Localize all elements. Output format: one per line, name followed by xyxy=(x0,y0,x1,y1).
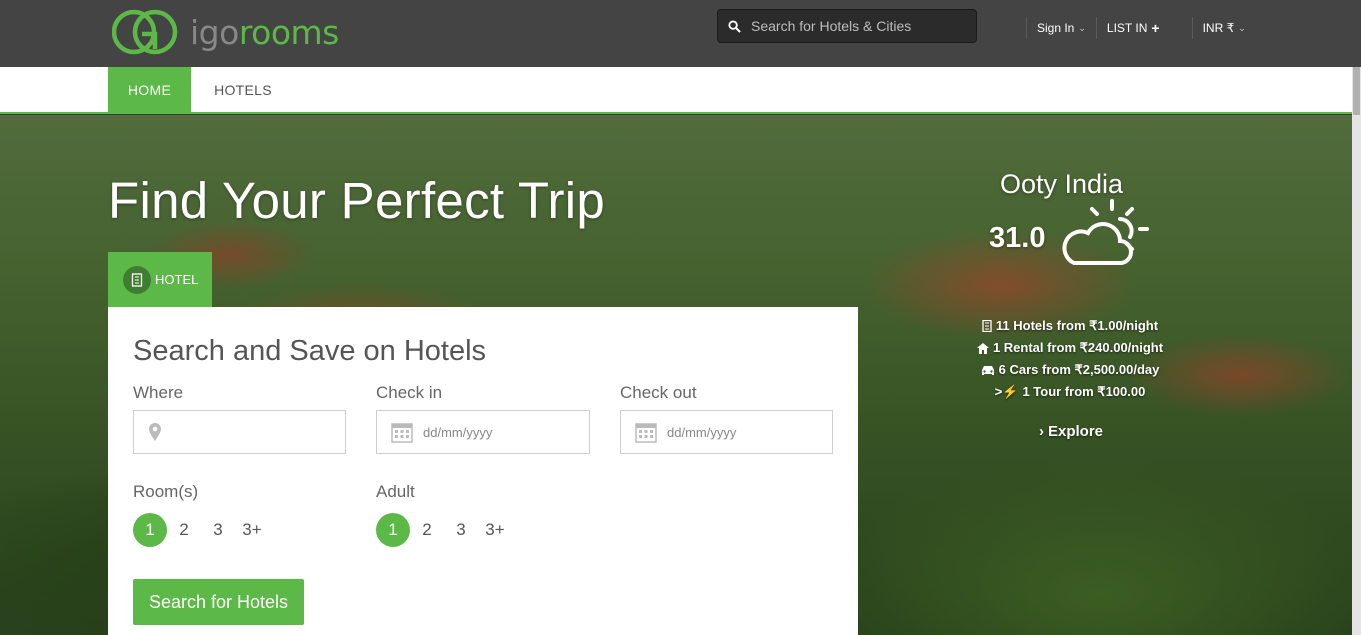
home-icon xyxy=(976,342,989,354)
destination-stats: 11 Hotels from ₹1.00/night 1 Rental from… xyxy=(970,315,1170,403)
currency-menu[interactable]: INR ₹ ⌄ xyxy=(1193,21,1256,35)
rooms-option-1[interactable]: 1 xyxy=(133,513,167,547)
adult-picker: 1 2 3 3+ xyxy=(376,513,512,547)
checkin-label: Check in xyxy=(376,383,443,402)
sign-in-menu[interactable]: Sign In ⌄ xyxy=(1027,21,1096,35)
rooms-option-3[interactable]: 3 xyxy=(201,513,235,547)
chevron-down-icon: ⌄ xyxy=(1078,22,1086,33)
building-icon xyxy=(123,265,151,294)
calendar-icon xyxy=(635,423,657,443)
stat-hotels-text: 11 Hotels from ₹1.00/night xyxy=(995,318,1159,333)
stat-rentals[interactable]: 1 Rental from ₹240.00/night xyxy=(970,337,1170,359)
checkout-input[interactable] xyxy=(667,424,817,440)
tab-hotel[interactable]: HOTEL xyxy=(108,252,212,307)
stat-tours-text: 1 Tour from ₹100.00 xyxy=(1022,384,1146,399)
main-nav: HOME HOTELS xyxy=(0,67,1352,114)
list-in-label: LIST IN xyxy=(1106,21,1148,35)
search-icon xyxy=(728,19,741,33)
site-search-input[interactable] xyxy=(751,18,971,34)
checkin-input[interactable] xyxy=(423,424,573,440)
logo-mark-icon xyxy=(112,9,178,55)
logo-text: igorooms xyxy=(190,12,339,52)
tab-hotel-label: HOTEL xyxy=(155,272,199,287)
adult-label: Adult xyxy=(376,482,415,501)
bolt-icon: >⚡ xyxy=(994,384,1019,399)
checkout-field[interactable] xyxy=(620,410,833,454)
stat-cars-text: 6 Cars from ₹2,500.00/day xyxy=(998,362,1160,377)
where-field[interactable] xyxy=(133,410,346,454)
where-label: Where xyxy=(133,383,184,402)
checkout-label: Check out xyxy=(620,383,697,402)
top-bar: igorooms Sign In⌄ LIST IN+ INR ₹⌄ xyxy=(0,0,1361,67)
chevron-right-icon: › xyxy=(1039,423,1044,440)
hero-title: Find Your Perfect Trip xyxy=(108,172,606,229)
form-title: Search and Save on Hotels xyxy=(133,335,487,367)
rooms-option-3-plus[interactable]: 3+ xyxy=(235,513,269,547)
rooms-option-2[interactable]: 2 xyxy=(167,513,201,547)
nav-tab-hotels[interactable]: HOTELS xyxy=(196,67,290,113)
currency-label: INR ₹ xyxy=(1202,21,1235,35)
map-pin-icon xyxy=(149,423,161,441)
account-nav: Sign In ⌄ LIST IN + INR ₹ ⌄ xyxy=(1026,17,1256,39)
scrollbar[interactable] xyxy=(1352,67,1361,635)
stat-hotels[interactable]: 11 Hotels from ₹1.00/night xyxy=(970,315,1170,337)
calendar-icon xyxy=(391,423,413,443)
adult-option-3[interactable]: 3 xyxy=(444,513,478,547)
sign-in-label: Sign In xyxy=(1037,21,1075,35)
stat-cars[interactable]: 6 Cars from ₹2,500.00/day xyxy=(970,359,1170,381)
list-in-link[interactable]: LIST IN + xyxy=(1097,20,1170,36)
car-icon xyxy=(981,365,994,375)
building-icon xyxy=(982,320,992,332)
rooms-picker: 1 2 3 3+ xyxy=(133,513,269,547)
hotel-search-form: Search and Save on Hotels Where Check in… xyxy=(108,307,858,635)
adult-option-1[interactable]: 1 xyxy=(376,513,410,547)
search-hotels-button[interactable]: Search for Hotels xyxy=(133,579,304,625)
stat-rentals-text: 1 Rental from ₹240.00/night xyxy=(992,340,1164,355)
site-search[interactable] xyxy=(717,9,977,43)
adult-option-2[interactable]: 2 xyxy=(410,513,444,547)
where-input[interactable] xyxy=(172,424,322,440)
weather-city: Ooty India xyxy=(1000,169,1124,199)
plus-icon: + xyxy=(1151,20,1160,36)
nav-tab-home[interactable]: HOME xyxy=(108,67,191,113)
weather-temperature: 31.0 xyxy=(989,222,1046,254)
explore-link[interactable]: › Explore xyxy=(1039,423,1103,440)
chevron-down-icon: ⌄ xyxy=(1238,22,1246,33)
checkin-field[interactable] xyxy=(376,410,590,454)
hero-banner: Find Your Perfect Trip HOTEL Search and … xyxy=(0,115,1352,635)
stat-tours[interactable]: >⚡ 1 Tour from ₹100.00 xyxy=(970,381,1170,403)
adult-option-3-plus[interactable]: 3+ xyxy=(478,513,512,547)
scrollbar-thumb[interactable] xyxy=(1353,67,1360,115)
partly-cloudy-icon xyxy=(1062,199,1149,265)
rooms-label: Room(s) xyxy=(133,482,199,501)
logo[interactable]: igorooms xyxy=(112,6,339,58)
explore-label: Explore xyxy=(1048,423,1104,440)
